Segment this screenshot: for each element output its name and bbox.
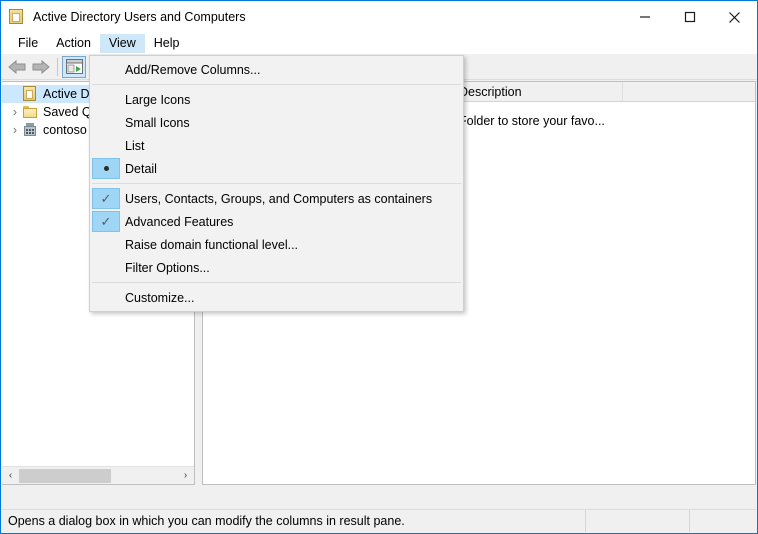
menu-item-mark	[92, 135, 120, 156]
tree-item-label: contoso	[43, 123, 87, 137]
folder-icon	[22, 104, 38, 120]
scrollbar-track[interactable]	[19, 468, 177, 484]
radio-selected-icon	[92, 158, 120, 179]
window-title: Active Directory Users and Computers	[33, 10, 246, 24]
menu-item-label: Users, Contacts, Groups, and Computers a…	[125, 191, 433, 206]
menu-item-label: Large Icons	[125, 92, 191, 107]
menu-item-label: List	[125, 138, 145, 153]
chevron-right-icon[interactable]: ›	[8, 105, 22, 119]
menu-separator	[92, 183, 461, 184]
menu-item-label: Small Icons	[125, 115, 190, 130]
menu-item-label: Raise domain functional level...	[125, 237, 299, 252]
menu-action[interactable]: Action	[47, 34, 100, 53]
forward-arrow-icon	[32, 59, 50, 74]
menu-view[interactable]: View	[99, 34, 145, 53]
forward-button[interactable]	[29, 56, 53, 78]
menu-item-mark	[92, 257, 120, 278]
check-glyph: ✓	[100, 191, 112, 206]
menu-file[interactable]: File	[9, 34, 47, 53]
menu-item-label: Filter Options...	[125, 260, 210, 275]
column-header-blank[interactable]	[623, 82, 753, 101]
menu-separator	[92, 282, 461, 283]
menu-item-small-icons[interactable]: Small Icons	[90, 111, 463, 134]
console-root-icon	[22, 86, 38, 102]
application-window: Active Directory Users and Computers Fil…	[0, 0, 758, 534]
minimize-button[interactable]	[622, 1, 667, 33]
domain-icon	[22, 122, 38, 138]
tree-horizontal-scrollbar[interactable]: ‹ ›	[2, 466, 194, 484]
check-glyph: ✓	[100, 214, 112, 229]
status-message: Opens a dialog box in which you can modi…	[2, 510, 586, 532]
menu-item-label: Detail	[125, 161, 157, 176]
scrollbar-thumb[interactable]	[19, 468, 111, 483]
back-button[interactable]	[5, 56, 29, 78]
menu-bar: File Action View Help	[1, 33, 757, 54]
status-segment-2	[690, 510, 756, 532]
toolbar-separator	[57, 57, 58, 76]
menu-item-label: Add/Remove Columns...	[125, 62, 261, 77]
menu-item-objects-as-containers[interactable]: ✓ Users, Contacts, Groups, and Computers…	[90, 187, 463, 210]
menu-item-customize[interactable]: Customize...	[90, 286, 463, 309]
menu-item-mark	[92, 234, 120, 255]
menu-item-detail[interactable]: Detail	[90, 157, 463, 180]
maximize-icon	[684, 11, 695, 23]
checkmark-icon: ✓	[92, 211, 120, 232]
close-button[interactable]	[712, 1, 757, 33]
menu-help[interactable]: Help	[145, 34, 189, 53]
menu-item-filter-options[interactable]: Filter Options...	[90, 256, 463, 279]
menu-item-mark	[92, 287, 120, 308]
status-segment-1	[586, 510, 690, 532]
column-header-description[interactable]: Description	[453, 82, 623, 101]
menu-separator	[92, 84, 461, 85]
scroll-left-arrow-icon[interactable]: ‹	[2, 468, 19, 484]
menu-item-raise-domain-functional-level[interactable]: Raise domain functional level...	[90, 233, 463, 256]
window-controls	[622, 1, 757, 33]
menu-item-label: Advanced Features	[125, 214, 234, 229]
chevron-right-icon[interactable]: ›	[8, 123, 22, 137]
menu-item-mark	[92, 59, 120, 80]
cell-description: Folder to store your favo...	[459, 114, 605, 128]
back-arrow-icon	[8, 59, 26, 74]
menu-item-large-icons[interactable]: Large Icons	[90, 88, 463, 111]
maximize-button[interactable]	[667, 1, 712, 33]
scroll-right-arrow-icon[interactable]: ›	[177, 468, 194, 484]
menu-item-label: Customize...	[125, 290, 195, 305]
menu-item-advanced-features[interactable]: ✓ Advanced Features	[90, 210, 463, 233]
menu-item-mark	[92, 112, 120, 133]
title-bar: Active Directory Users and Computers	[1, 1, 757, 33]
show-console-tree-icon	[65, 59, 83, 74]
checkmark-icon: ✓	[92, 188, 120, 209]
menu-item-list[interactable]: List	[90, 134, 463, 157]
view-dropdown-menu: Add/Remove Columns... Large Icons Small …	[89, 55, 464, 312]
show-console-tree-button[interactable]	[62, 55, 86, 78]
status-bar: Opens a dialog box in which you can modi…	[2, 509, 756, 532]
menu-item-add-remove-columns[interactable]: Add/Remove Columns...	[90, 58, 463, 81]
minimize-icon	[639, 16, 650, 18]
tree-item-label: Saved Q	[43, 105, 92, 119]
menu-item-mark	[92, 89, 120, 110]
close-icon	[729, 11, 740, 23]
console-window-icon	[9, 9, 25, 25]
